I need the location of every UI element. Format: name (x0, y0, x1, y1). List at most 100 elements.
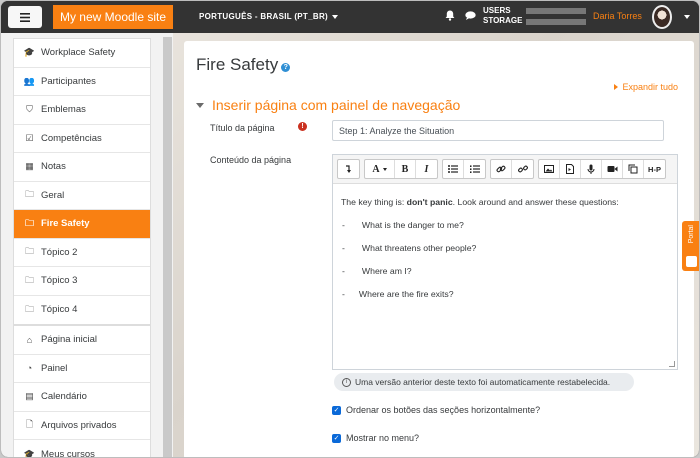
sidebar-item-tópico-2[interactable]: 🗀 Tópico 2 (14, 239, 150, 267)
font-style-label: A (372, 163, 380, 175)
help-icon[interactable]: ? (281, 63, 291, 72)
home-icon: ⌂ (26, 334, 33, 345)
language-menu[interactable]: PORTUGUÊS - BRASIL (PT_BR) (199, 12, 338, 21)
portal-tab[interactable]: Portal (682, 221, 699, 271)
sidebar-item-fire-safety[interactable]: 🗀 Fire Safety (14, 210, 150, 239)
main-card: Fire Safety ? Expandir tudo Inserir pági… (184, 41, 694, 457)
section-header[interactable]: Inserir página com painel de navegação (196, 97, 460, 113)
chat-icon[interactable] (465, 11, 476, 20)
toolbar-group-5: H-P (538, 159, 666, 179)
drawer-scrollbar[interactable] (163, 37, 172, 457)
horizontal-order-label: Ordenar os botões das seções horizontalm… (346, 405, 541, 415)
user-menu-chevron-icon[interactable] (684, 15, 690, 19)
sidebar-item-label: Emblemas (41, 104, 86, 116)
sidebar-item-tópico-3[interactable]: 🗀 Tópico 3 (14, 267, 150, 296)
image-button[interactable] (539, 160, 560, 178)
top-navbar: My new Moodle site PORTUGUÊS - BRASIL (P… (1, 1, 699, 33)
toolbar-group-1 (337, 159, 360, 179)
unordered-list-button[interactable] (443, 160, 464, 178)
editor-content-area[interactable]: The key thing is: don't panic. Look arou… (333, 183, 677, 369)
sidebar-item-painel[interactable]: ◔ Painel (14, 355, 150, 383)
bullet-marker: - (342, 289, 345, 299)
unlink-button[interactable] (512, 160, 533, 178)
record-audio-button[interactable] (581, 160, 602, 178)
microphone-icon (587, 164, 595, 174)
link-button[interactable] (491, 160, 512, 178)
manage-files-button[interactable] (623, 160, 644, 178)
avatar[interactable] (652, 5, 672, 29)
chevron-down-icon (332, 14, 338, 19)
intro-prefix: The key thing is: (341, 197, 407, 207)
sidebar-item-label: Notas (41, 161, 66, 173)
sidebar-item-meus-cursos[interactable]: 🎓 Meus cursos (14, 440, 150, 458)
sidebar-item-label: Tópico 3 (41, 275, 78, 287)
toolbar-group-4 (490, 159, 534, 179)
app-window: My new Moodle site PORTUGUÊS - BRASIL (P… (0, 0, 700, 458)
site-name-link[interactable]: My new Moodle site (53, 5, 173, 29)
required-icon: ! (298, 122, 307, 131)
font-style-button[interactable]: A (365, 160, 395, 178)
unlink-icon (517, 165, 528, 173)
sidebar-item-calendário[interactable]: ▤ Calendário (14, 383, 150, 412)
list-item-text: Where am I? (361, 266, 412, 276)
video-camera-icon (607, 166, 617, 172)
sidebar-item-tópico-4[interactable]: 🗀 Tópico 4 (14, 296, 150, 325)
copy-icon (628, 164, 638, 174)
sidebar-item-competências[interactable]: ☑ Competências (14, 125, 150, 153)
sidebar-item-label: Workplace Safety (41, 47, 116, 59)
language-label: PORTUGUÊS - BRASIL (PT_BR) (199, 12, 328, 21)
collapse-toolbar-button[interactable] (338, 160, 359, 178)
ordered-list-button[interactable] (464, 160, 485, 178)
course-nav: 🎓 Workplace Safety 👥 Participantes ⛉ Emblemas… (13, 38, 151, 325)
italic-label: I (424, 163, 429, 175)
sidebar-item-arquivos-privados[interactable]: 🗋 Arquivos privados (14, 412, 150, 440)
storage-usage-bar (526, 19, 586, 25)
sidebar-item-emblemas[interactable]: ⛉ Emblemas (14, 96, 150, 125)
restore-note-text: Uma versão anterior deste texto foi auto… (355, 377, 611, 387)
page-title-label: Título da página (210, 123, 275, 133)
list-ol-icon (469, 165, 480, 173)
users-label: USERS (483, 6, 511, 15)
table-icon: ▦ (25, 161, 34, 172)
show-in-menu-option[interactable]: ✓ Mostrar no menu? (332, 433, 419, 443)
horizontal-order-checkbox[interactable]: ✓ (332, 405, 341, 415)
storage-label: STORAGE (483, 16, 523, 25)
h5p-button[interactable]: H-P (644, 160, 665, 178)
sidebar-item-página-inicial[interactable]: ⌂ Página inicial (14, 326, 150, 355)
bullet-marker: - (342, 266, 345, 276)
link-icon (496, 165, 506, 173)
sidebar-item-notas[interactable]: ▦ Notas (14, 153, 150, 182)
sidebar-item-label: Fire Safety (41, 218, 90, 230)
sidebar-item-label: Competências (41, 132, 102, 144)
page-title: Fire Safety ? (196, 55, 291, 75)
caret-right-icon (614, 84, 619, 90)
italic-button[interactable]: I (416, 160, 437, 178)
bold-label: B (401, 163, 409, 175)
show-in-menu-checkbox[interactable]: ✓ (332, 433, 341, 443)
sidebar-item-label: Tópico 4 (41, 304, 78, 316)
bold-button[interactable]: B (395, 160, 416, 178)
sidebar-item-label: Arquivos privados (41, 419, 117, 431)
horizontal-order-option[interactable]: ✓ Ordenar os botões das seções horizonta… (332, 405, 540, 415)
caret-down-icon (196, 102, 204, 108)
sidebar-item-label: Página inicial (41, 334, 97, 346)
media-button[interactable] (560, 160, 581, 178)
menu-toggle-button[interactable] (8, 6, 42, 28)
page-title-text: Fire Safety (196, 55, 279, 74)
list-item-text: What is the danger to me? (361, 220, 464, 230)
user-name[interactable]: Daria Torres (593, 11, 642, 21)
sidebar-item-workplace-safety[interactable]: 🎓 Workplace Safety (14, 39, 150, 68)
page-title-input[interactable]: Step 1: Analyze the Situation (332, 120, 664, 141)
intro-bold: don't panic (406, 197, 453, 207)
sidebar-item-geral[interactable]: 🗀 Geral (14, 182, 150, 210)
image-icon (544, 165, 554, 173)
bell-icon[interactable] (445, 10, 455, 21)
users-usage-bar (526, 8, 586, 14)
expand-all-link[interactable]: Expandir tudo (614, 82, 678, 92)
resize-handle[interactable] (669, 361, 675, 367)
sidebar-item-label: Meus cursos (41, 448, 95, 458)
sidebar-item-label: Geral (41, 189, 65, 201)
record-video-button[interactable] (602, 160, 623, 178)
folder-icon: 🗀 (24, 189, 34, 200)
sidebar-item-participantes[interactable]: 👥 Participantes (14, 68, 150, 96)
